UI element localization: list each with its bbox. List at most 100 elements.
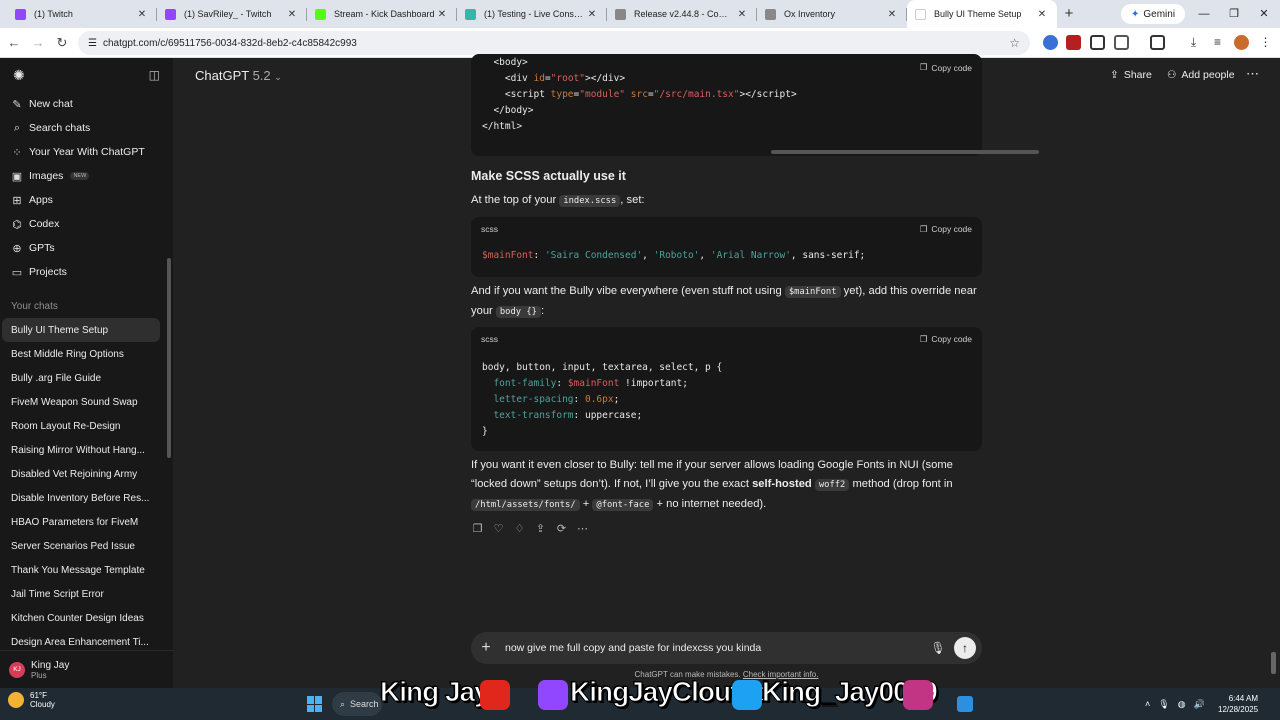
copy-code-button[interactable]: ❐ Copy code xyxy=(920,334,972,345)
sidebar-item-images[interactable]: ▣ Images NEW xyxy=(0,164,173,188)
taskbar-search[interactable]: ⌕ Search xyxy=(332,692,382,716)
close-tab-icon[interactable]: ✕ xyxy=(735,9,749,20)
regenerate-icon[interactable]: ⟳ xyxy=(555,522,568,535)
browser-tab[interactable]: (1) Testing - Live Console ✕ xyxy=(457,0,607,28)
thumbs-up-icon[interactable]: ♡ xyxy=(492,522,505,535)
vscode-taskbar-icon[interactable] xyxy=(957,696,973,712)
sidebar-item-new-chat[interactable]: ✎ New chat xyxy=(0,92,173,116)
chat-list-item[interactable]: FiveM Weapon Sound Swap xyxy=(0,390,160,414)
instagram-icon xyxy=(903,680,933,710)
collapse-sidebar-icon[interactable]: ◫ xyxy=(149,68,160,82)
microphone-icon[interactable]: 🎙 xyxy=(928,641,948,655)
sidepanel-icon[interactable] xyxy=(1150,35,1165,50)
weather-widget[interactable]: 61°F Cloudy xyxy=(8,691,55,709)
volume-icon[interactable]: 🔊 xyxy=(1194,699,1205,710)
bookmark-star-icon[interactable]: ☆ xyxy=(1009,36,1020,50)
copy-icon[interactable]: ❐ xyxy=(471,522,484,535)
sidebar-item-search-chats[interactable]: ⌕ Search chats xyxy=(0,116,173,140)
clock-date: 12/28/2025 xyxy=(1218,705,1259,714)
close-tab-icon[interactable]: ✕ xyxy=(285,9,299,20)
send-button[interactable]: ↑ xyxy=(954,637,976,659)
sidebar-scrollbar[interactable] xyxy=(167,258,171,458)
chat-list-item[interactable]: Raising Mirror Without Hang... xyxy=(0,438,160,462)
close-window-icon[interactable]: ✕ xyxy=(1248,0,1280,28)
user-menu[interactable]: KJ King Jay Plus xyxy=(0,650,173,688)
reload-icon[interactable]: ↻ xyxy=(50,35,74,51)
sidebar-item-your-year-with-chatgpt[interactable]: ⁘ Your Year With ChatGPT xyxy=(0,140,173,164)
close-tab-icon[interactable]: ✕ xyxy=(135,9,149,20)
user-plan: Plus xyxy=(31,670,47,680)
code-content: body, button, input, textarea, select, p… xyxy=(471,360,982,440)
code-line: </html> xyxy=(482,121,523,132)
chat-list-item[interactable]: Disabled Vet Rejoining Army xyxy=(0,462,160,486)
chat-list-item[interactable]: Bully .arg File Guide xyxy=(0,366,160,390)
code-horizontal-scrollbar[interactable] xyxy=(771,150,1039,154)
browser-menu-icon[interactable]: ⋮ xyxy=(1258,35,1273,50)
thumbs-down-icon[interactable]: ♢ xyxy=(513,522,526,535)
browser-tab[interactable]: Ox Inventory ✕ xyxy=(757,0,907,28)
attach-plus-icon[interactable]: + xyxy=(471,639,501,657)
code-block-scss: scss ❐ Copy code $mainFont: 'Saira Condens… xyxy=(471,217,982,277)
new-tab-button[interactable]: + xyxy=(1057,0,1081,28)
chat-list-item[interactable]: Kitchen Counter Design Ideas xyxy=(0,606,160,630)
model-selector[interactable]: ChatGPT 5.2 ⌄ xyxy=(195,68,282,83)
chat-list-item[interactable]: Server Scenarios Ped Issue xyxy=(0,534,160,558)
chat-list-item[interactable]: Disable Inventory Before Res... xyxy=(0,486,160,510)
profile-avatar[interactable] xyxy=(1234,35,1249,50)
sidebar-item-apps[interactable]: ⊞ Apps xyxy=(0,188,173,212)
network-icon[interactable]: ◍ xyxy=(1178,699,1186,710)
maximize-icon[interactable]: ❐ xyxy=(1218,0,1250,28)
extension-icon[interactable] xyxy=(1090,35,1105,50)
chat-list-item[interactable]: Best Middle Ring Options xyxy=(0,342,160,366)
add-people-button[interactable]: ⚇ Add people xyxy=(1167,69,1235,81)
code-block-scss: scss ❐ Copy code body, button, input, text… xyxy=(471,327,982,451)
back-icon[interactable]: ← xyxy=(2,35,26,50)
minimize-icon[interactable]: — xyxy=(1188,0,1220,28)
openai-logo-icon[interactable]: ✺ xyxy=(13,67,25,84)
browser-tab[interactable]: Release v2.44.8 - Community✕ xyxy=(607,0,757,28)
share-button[interactable]: ⇪ Share xyxy=(1110,69,1152,81)
more-icon[interactable]: ⋯ xyxy=(576,522,589,535)
browser-tab[interactable]: Bully UI Theme Setup ✕ xyxy=(907,0,1057,28)
sidebar-item-codex[interactable]: ⌬ Codex xyxy=(0,212,173,236)
gemini-button[interactable]: ✦ Gemini xyxy=(1121,4,1186,24)
close-tab-icon[interactable]: ✕ xyxy=(435,9,449,20)
windows-start-icon[interactable] xyxy=(307,696,323,712)
copy-code-button[interactable]: ❐ Copy code xyxy=(920,62,972,73)
prompt-input[interactable] xyxy=(501,642,928,654)
download-icon[interactable]: ⤓ xyxy=(1186,35,1201,50)
more-options-icon[interactable]: ⋯ xyxy=(1246,66,1259,82)
site-info-icon[interactable]: ☰ xyxy=(88,38,97,49)
close-tab-icon[interactable]: ✕ xyxy=(585,9,599,20)
tab-favicon-icon xyxy=(615,8,626,20)
main-scrollbar[interactable] xyxy=(1271,652,1276,674)
clock[interactable]: 6:44 AM 12/28/2025 xyxy=(1218,693,1258,715)
paragraph: And if you want the Bully vibe everywher… xyxy=(471,282,986,322)
chat-list-item[interactable]: Jail Time Script Error xyxy=(0,582,160,606)
share-icon[interactable]: ⇪ xyxy=(534,522,547,535)
url-field[interactable]: ☰ chatgpt.com/c/69511756-0034-832d-8eb2-… xyxy=(78,31,1030,55)
browser-tab[interactable]: Stream - Kick Dashboard ✕ xyxy=(307,0,457,28)
media-icon[interactable]: ≡ xyxy=(1210,35,1225,50)
sidebar-item-gpts[interactable]: ⊕ GPTs xyxy=(0,236,173,260)
chevron-up-icon[interactable]: ˄ xyxy=(1145,699,1150,709)
close-tab-icon[interactable]: ✕ xyxy=(885,9,899,20)
extension-icon[interactable] xyxy=(1066,35,1081,50)
browser-tab[interactable]: (1) SavRiley_ - Twitch ✕ xyxy=(157,0,307,28)
sidebar-item-label: GPTs xyxy=(29,242,55,254)
sidebar-item-projects[interactable]: ▭ Projects xyxy=(0,260,173,284)
extension-icon[interactable] xyxy=(1043,35,1058,50)
code-line: letter-spacing: 0.6px; xyxy=(493,394,620,405)
chat-list-item[interactable]: HBAO Parameters for FiveM xyxy=(0,510,160,534)
chat-list-item[interactable]: Bully UI Theme Setup xyxy=(2,318,160,342)
inline-code: /html/assets/fonts/ xyxy=(471,499,580,511)
copy-code-button[interactable]: ❐ Copy code xyxy=(920,224,972,235)
browser-tab[interactable]: (1) Twitch ✕ xyxy=(7,0,157,28)
close-tab-icon[interactable]: ✕ xyxy=(1035,9,1049,20)
extensions-puzzle-icon[interactable] xyxy=(1114,35,1129,50)
chat-list-item[interactable]: Thank You Message Template xyxy=(0,558,160,582)
mic-tray-icon[interactable]: 🎙 xyxy=(1158,699,1169,710)
chat-list-item[interactable]: Room Layout Re-Design xyxy=(0,414,160,438)
forward-icon[interactable]: → xyxy=(26,35,50,50)
code-language: scss xyxy=(481,334,498,344)
